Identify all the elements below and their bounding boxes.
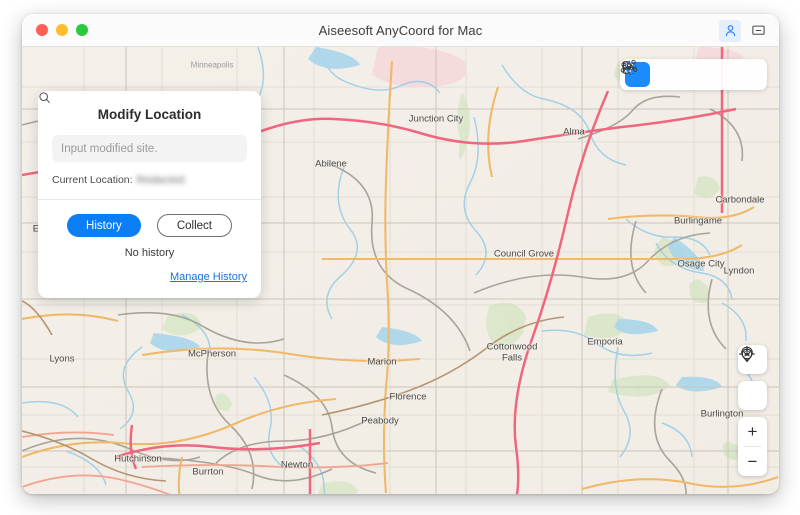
account-icon[interactable] (719, 19, 741, 42)
one-stop-mode-button[interactable] (621, 59, 678, 87)
search-input[interactable] (61, 142, 238, 155)
title-bar: Aiseesoft AnyCoord for Mac (22, 14, 779, 47)
titlebar-actions (719, 14, 769, 47)
panel-title: Modify Location (97, 107, 202, 122)
history-button[interactable]: History (67, 214, 141, 237)
zoom-in-button[interactable]: + (738, 417, 767, 446)
collect-button[interactable]: Collect (156, 214, 232, 237)
panel-actions: History Collect (38, 200, 261, 247)
map-controls: + − (738, 345, 767, 476)
display-icon[interactable] (747, 20, 769, 42)
window-title: Aiseesoft AnyCoord for Mac (318, 22, 483, 38)
map-mode-toolbar (620, 59, 767, 90)
current-location-value: Redacted (136, 174, 185, 186)
zoom-control-group: + − (738, 417, 767, 476)
manage-history-link[interactable]: Manage History (170, 271, 247, 283)
site-search-field[interactable] (39, 92, 247, 162)
joystick-mode-button[interactable] (621, 60, 734, 87)
current-location-row: Current Location: Redacted (52, 174, 247, 186)
close-window-button[interactable] (36, 24, 48, 36)
locate-me-button[interactable] (738, 346, 767, 410)
empty-history-message: No history (124, 247, 175, 259)
app-window: Aiseesoft AnyCoord for Mac Minneapolis J… (22, 14, 779, 494)
map-canvas[interactable]: Minneapolis Junction City Alma Abilene C… (22, 47, 779, 494)
modify-location-panel: Modify Location Current Location: Redact… (38, 91, 261, 298)
manage-history-row: Manage History (38, 267, 261, 298)
exit-button[interactable] (623, 61, 762, 87)
multi-stop-mode-button[interactable] (620, 62, 706, 87)
maximize-window-button[interactable] (76, 24, 88, 36)
minimize-window-button[interactable] (56, 24, 68, 36)
current-location-label: Current Location: (52, 174, 133, 186)
zoom-out-button[interactable]: − (738, 447, 767, 476)
traffic-light-group (36, 24, 88, 36)
